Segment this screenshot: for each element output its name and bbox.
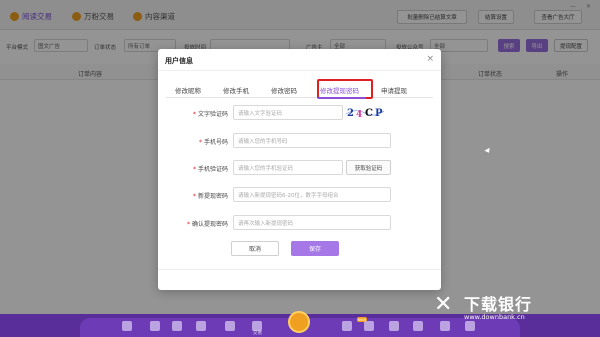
tab-change-phone[interactable]: 修改手机	[223, 85, 249, 95]
svg-text:P: P	[375, 108, 383, 119]
tab-change-password[interactable]: 修改密码	[271, 85, 297, 95]
save-button[interactable]: 保存	[291, 241, 339, 256]
phone-input[interactable]: 请输入您的手机号码	[233, 133, 391, 148]
watermark-name: 下载银行	[464, 295, 533, 314]
cancel-button[interactable]: 取消	[231, 241, 279, 256]
watermark-logo-icon: ✕	[434, 292, 453, 317]
phone-label: * 手机号码	[198, 139, 228, 146]
captcha-image[interactable]: 2 4 C P	[345, 105, 385, 120]
center-logo-icon[interactable]	[288, 311, 310, 333]
svg-text:2: 2	[347, 108, 354, 119]
message-icon[interactable]	[364, 321, 374, 331]
watermark: ✕ 下载银行 www.downbank.cn	[434, 290, 584, 330]
tab-highlight-box	[317, 79, 373, 99]
dock-trade-label: 交易	[253, 331, 262, 336]
sms-code-label: * 手机验证码	[192, 166, 228, 173]
captcha-label: * 文字验证码	[192, 111, 228, 118]
close-icon[interactable]: ×	[426, 54, 434, 64]
user-icon[interactable]	[150, 321, 160, 331]
confirm-password-input[interactable]: 请再次输入新提现密码	[233, 215, 391, 230]
new-password-input[interactable]: 请输入新提现密码6-20位，数字字母组合	[233, 187, 391, 202]
modal-header: 用户信息 ×	[158, 49, 441, 71]
confirm-password-label: * 确认提现密码	[186, 221, 228, 228]
share-icon[interactable]	[413, 321, 423, 331]
chat-icon[interactable]	[342, 321, 352, 331]
chart-icon[interactable]	[172, 321, 182, 331]
svg-text:4: 4	[356, 110, 362, 120]
watermark-url: www.downbank.cn	[464, 313, 525, 321]
sms-code-input[interactable]: 请输入您的手机验证码	[233, 160, 343, 175]
active-tab-indicator	[318, 97, 366, 99]
get-code-button[interactable]: 获取验证码	[346, 160, 391, 175]
wallet-icon[interactable]	[196, 321, 206, 331]
modal-title: 用户信息	[165, 57, 193, 65]
home-icon[interactable]	[122, 321, 132, 331]
tab-apply-withdraw[interactable]: 申请提现	[381, 85, 407, 95]
svg-text:C: C	[365, 108, 373, 119]
list-icon[interactable]	[225, 321, 235, 331]
new-password-label: * 新提现密码	[192, 193, 228, 200]
tab-change-nickname[interactable]: 修改昵称	[175, 85, 201, 95]
user-info-modal: 用户信息 × 修改昵称 修改手机 修改密码 修改提现密码 申请提现 * 文字验证码…	[158, 49, 441, 290]
modal-footer-divider	[158, 269, 441, 270]
doc-icon[interactable]	[389, 321, 399, 331]
captcha-input[interactable]: 请输入文字验证码	[233, 105, 343, 120]
